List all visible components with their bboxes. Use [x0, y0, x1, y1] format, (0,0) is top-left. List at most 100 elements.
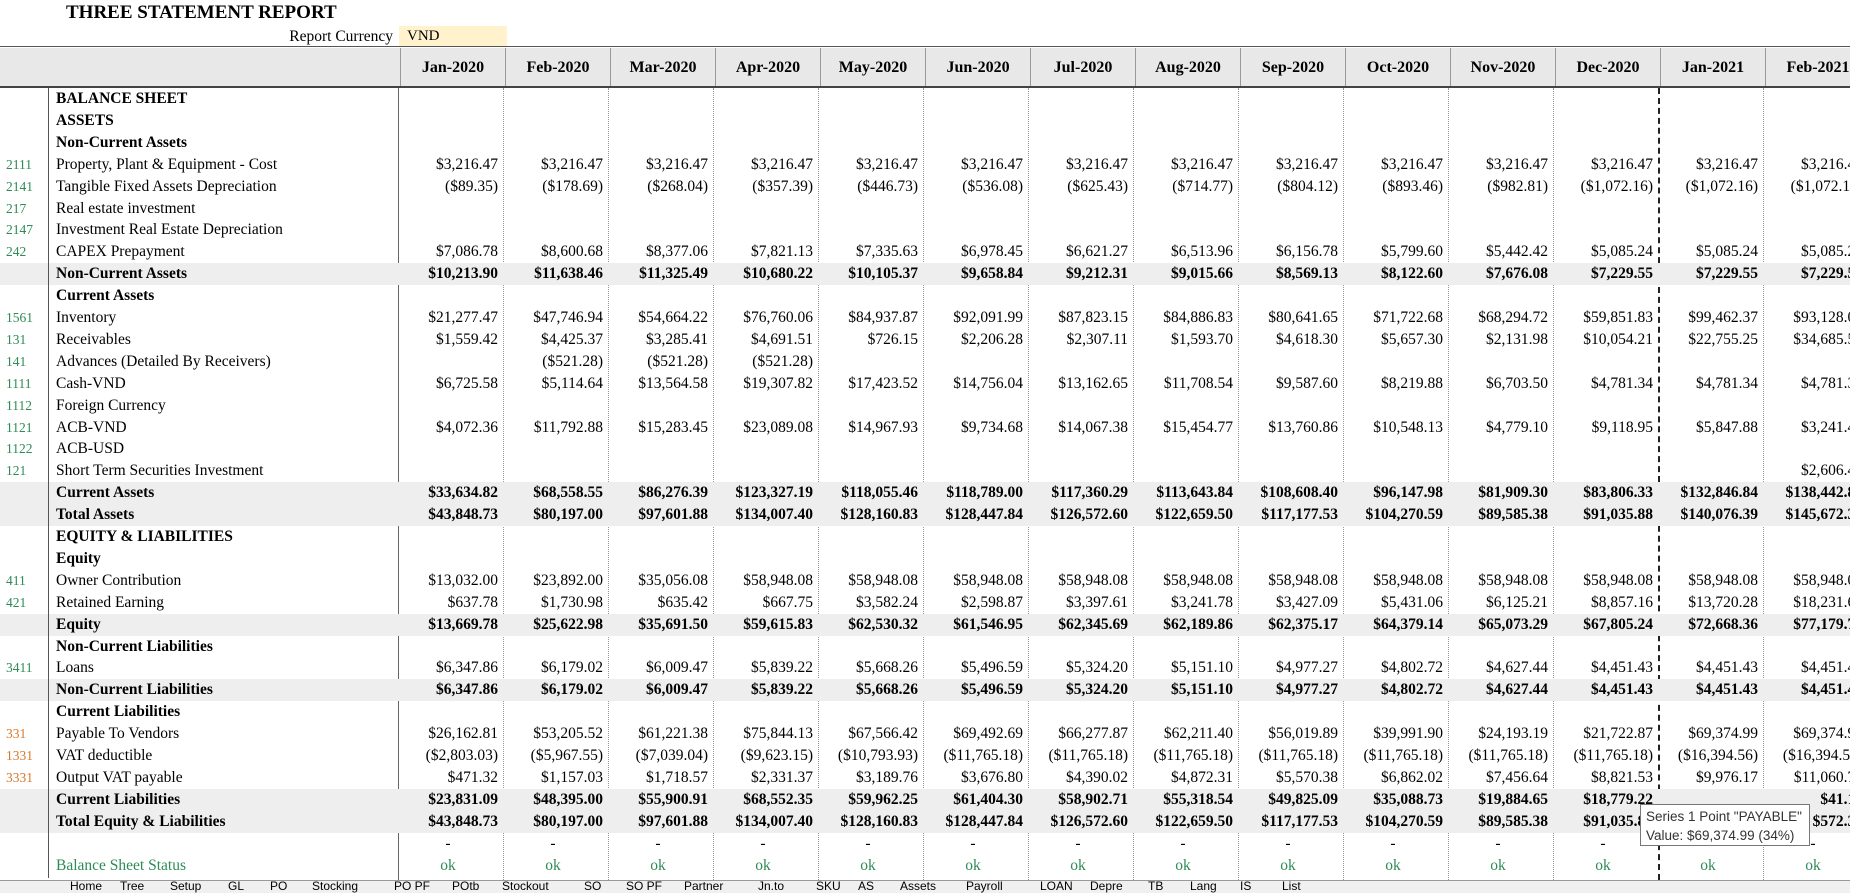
value-cell[interactable]: $128,160.83 [818, 504, 919, 526]
value-cell[interactable]: $5,847.88 [1658, 417, 1758, 439]
value-cell[interactable]: $117,360.29 [1028, 482, 1128, 504]
value-cell[interactable]: $126,572.60 [1028, 811, 1129, 833]
value-cell[interactable]: ($521.28) [608, 351, 708, 373]
sheet-tab-1[interactable]: Tree [120, 881, 144, 893]
value-cell[interactable]: $104,270.59 [1343, 504, 1444, 526]
value-cell[interactable]: $5,151.10 [1133, 679, 1233, 701]
value-cell[interactable]: $25,622.98 [503, 614, 603, 636]
value-cell[interactable]: $635.42 [608, 592, 708, 614]
sheet-tab-14[interactable]: AS [858, 881, 874, 893]
value-cell[interactable]: - [608, 833, 708, 855]
value-cell[interactable]: $10,680.22 [713, 263, 813, 285]
value-cell[interactable]: - [713, 833, 813, 855]
value-cell[interactable]: $68,294.72 [1448, 307, 1548, 329]
value-cell[interactable]: $471.32 [398, 767, 498, 789]
month-header-6[interactable]: Jul-2020 [1030, 48, 1135, 86]
value-cell[interactable]: ($16,394.56) [1763, 745, 1850, 767]
value-cell[interactable]: $62,530.32 [818, 614, 918, 636]
value-cell[interactable]: ($1,072.16) [1658, 176, 1758, 198]
value-cell[interactable]: ($446.73) [818, 176, 918, 198]
value-cell[interactable]: $1,559.42 [398, 329, 498, 351]
value-cell[interactable]: $53,205.52 [503, 723, 603, 745]
value-cell[interactable]: $10,213.90 [398, 263, 498, 285]
value-cell[interactable]: $80,197.00 [503, 811, 603, 833]
value-cell[interactable]: ($16,394.56) [1658, 745, 1758, 767]
month-header-5[interactable]: Jun-2020 [925, 48, 1030, 86]
value-cell[interactable]: $2,206.28 [923, 329, 1023, 351]
value-cell[interactable]: $34,685.50 [1763, 329, 1850, 351]
account-code[interactable]: 331 [6, 723, 26, 745]
sheet-tab-6[interactable]: PO PF [394, 881, 430, 893]
value-cell[interactable]: ok [398, 855, 498, 877]
sheet-tab-21[interactable]: IS [1240, 881, 1251, 893]
value-cell[interactable]: $3,216.47 [398, 154, 498, 176]
value-cell[interactable]: $59,962.25 [818, 789, 918, 811]
value-cell[interactable]: $6,725.58 [398, 373, 498, 395]
value-cell[interactable]: $4,451.43 [1658, 679, 1758, 701]
value-cell[interactable]: $7,676.08 [1448, 263, 1548, 285]
value-cell[interactable]: $5,668.26 [818, 657, 918, 679]
value-cell[interactable]: $23,892.00 [503, 570, 603, 592]
value-cell[interactable]: $3,216.47 [1658, 154, 1758, 176]
value-cell[interactable]: $75,844.13 [713, 723, 813, 745]
value-cell[interactable]: $104,270.59 [1343, 811, 1444, 833]
value-cell[interactable]: - [1553, 833, 1653, 855]
value-cell[interactable]: $3,216.47 [1343, 154, 1443, 176]
value-cell[interactable]: ($357.39) [713, 176, 813, 198]
sheet-tab-5[interactable]: Stocking [312, 881, 358, 893]
value-cell[interactable]: $122,659.50 [1133, 504, 1234, 526]
value-cell[interactable]: $4,802.72 [1343, 679, 1443, 701]
value-cell[interactable]: $118,055.46 [818, 482, 918, 504]
value-cell[interactable]: $13,669.78 [398, 614, 498, 636]
value-cell[interactable]: $134,007.40 [713, 504, 814, 526]
value-cell[interactable]: ($9,623.15) [713, 745, 813, 767]
value-cell[interactable]: $5,839.22 [713, 657, 813, 679]
value-cell[interactable]: - [398, 833, 498, 855]
value-cell[interactable]: $62,211.40 [1133, 723, 1233, 745]
value-cell[interactable]: $5,668.26 [818, 679, 918, 701]
sheet-tab-18[interactable]: Depre [1090, 881, 1123, 893]
value-cell[interactable]: $22,755.25 [1658, 329, 1758, 351]
value-cell[interactable]: $4,802.72 [1343, 657, 1443, 679]
value-cell[interactable]: $13,720.28 [1658, 592, 1758, 614]
value-cell[interactable]: $43,848.73 [398, 504, 498, 526]
value-cell[interactable]: ok [1448, 855, 1548, 877]
value-cell[interactable]: $62,375.17 [1238, 614, 1338, 636]
value-cell[interactable]: $118,789.00 [923, 482, 1023, 504]
value-cell[interactable]: $4,872.31 [1133, 767, 1233, 789]
value-cell[interactable]: $117,177.53 [1238, 504, 1338, 526]
value-cell[interactable]: $24,193.19 [1448, 723, 1548, 745]
value-cell[interactable]: $4,451.43 [1763, 679, 1850, 701]
value-cell[interactable]: $6,621.27 [1028, 241, 1128, 263]
account-code[interactable]: 217 [6, 198, 26, 220]
value-cell[interactable]: $6,978.45 [923, 241, 1023, 263]
value-cell[interactable]: $48,395.00 [503, 789, 603, 811]
month-header-1[interactable]: Feb-2020 [505, 48, 610, 86]
value-cell[interactable]: $128,447.84 [923, 504, 1024, 526]
value-cell[interactable]: $5,085.24 [1553, 241, 1653, 263]
value-cell[interactable]: $2,606.40 [1763, 460, 1850, 482]
account-code[interactable]: 1122 [6, 438, 33, 460]
account-code[interactable]: 1121 [6, 417, 33, 439]
sheet-tab-10[interactable]: SO PF [626, 881, 662, 893]
month-header-7[interactable]: Aug-2020 [1135, 48, 1240, 86]
value-cell[interactable]: $15,283.45 [608, 417, 708, 439]
value-cell[interactable]: $5,431.06 [1343, 592, 1443, 614]
value-cell[interactable]: $8,377.06 [608, 241, 708, 263]
value-cell[interactable]: ok [1238, 855, 1338, 877]
value-cell[interactable]: $4,627.44 [1448, 657, 1548, 679]
sheet-tab-9[interactable]: SO [584, 881, 601, 893]
value-cell[interactable]: $2,598.87 [923, 592, 1023, 614]
value-cell[interactable]: $67,805.24 [1553, 614, 1653, 636]
value-cell[interactable]: $3,216.47 [608, 154, 708, 176]
value-cell[interactable]: $58,948.08 [923, 570, 1023, 592]
value-cell[interactable]: $8,219.88 [1343, 373, 1443, 395]
value-cell[interactable]: - [818, 833, 918, 855]
value-cell[interactable]: ok [1133, 855, 1233, 877]
value-cell[interactable]: $4,451.43 [1763, 657, 1850, 679]
value-cell[interactable]: $134,007.40 [713, 811, 814, 833]
value-cell[interactable]: $92,091.99 [923, 307, 1023, 329]
month-header-3[interactable]: Apr-2020 [715, 48, 820, 86]
value-cell[interactable]: $4,781.34 [1658, 373, 1758, 395]
value-cell[interactable]: $128,447.84 [923, 811, 1024, 833]
